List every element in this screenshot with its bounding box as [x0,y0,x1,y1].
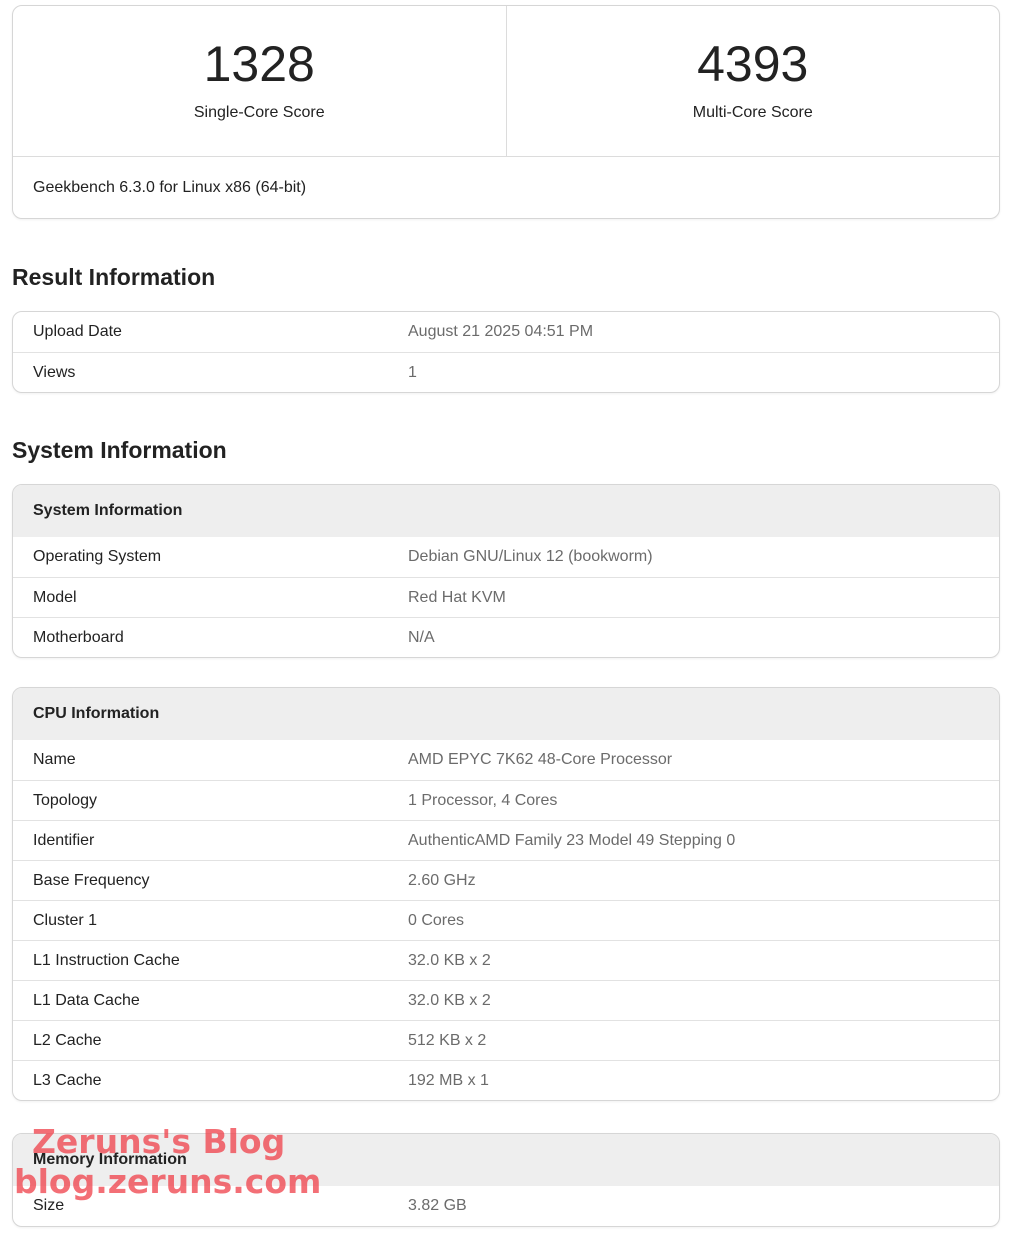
row-key: L3 Cache [33,1071,102,1089]
row-value: 3.82 GB [408,1197,467,1214]
row-value: Red Hat KVM [408,588,506,606]
row-key: Name [33,751,76,768]
score-card: 1328 Single-Core Score 4393 Multi-Core S… [12,5,1000,219]
single-core-score-label: Single-Core Score [193,104,325,121]
table-row: Model Red Hat KVM [13,577,999,617]
row-value: August 21 2025 04:51 PM [408,323,594,340]
table-row: L1 Data Cache 32.0 KB x 2 [13,980,999,1020]
row-value: 0 Cores [408,911,465,929]
table-header: System Information [13,485,999,537]
table-row: Identifier AuthenticAMD Family 23 Model … [13,820,999,860]
row-key: Base Frequency [33,871,150,889]
single-core-score: 1328 Single-Core Score [13,6,506,156]
system-information-table: System Information Operating System Debi… [12,484,1000,658]
scores-row: 1328 Single-Core Score 4393 Multi-Core S… [13,6,999,157]
table-row: Topology 1 Processor, 4 Cores [13,780,999,820]
memory-information-table: Memory Information Size 3.82 GB [12,1133,1000,1227]
row-value: 192 MB x 1 [408,1071,489,1089]
single-core-score-value: 1328 [203,36,315,92]
row-key: Size [33,1197,65,1214]
result-information-table: Upload Date August 21 2025 04:51 PM View… [12,311,1000,393]
table-row: L1 Instruction Cache 32.0 KB x 2 [13,940,999,980]
table-row: Cluster 1 0 Cores [13,900,999,940]
row-key: Views [33,363,76,381]
table-row: L2 Cache 512 KB x 2 [13,1020,999,1060]
cpu-information-table: CPU Information Name AMD EPYC 7K62 48-Co… [12,687,1000,1101]
row-key: L1 Data Cache [33,991,140,1009]
row-key: Upload Date [33,323,122,340]
table-row: Size 3.82 GB [13,1186,999,1226]
row-key: Model [33,588,77,606]
row-key: L1 Instruction Cache [33,951,180,969]
row-value: N/A [408,628,435,646]
table-row: Base Frequency 2.60 GHz [13,860,999,900]
row-key: Identifier [33,831,95,849]
multi-core-score-value: 4393 [697,36,809,92]
table-row: Name AMD EPYC 7K62 48-Core Processor [13,740,999,780]
row-value: 512 KB x 2 [408,1031,487,1049]
table-row: Views 1 [13,352,999,392]
table-header: Memory Information [13,1134,999,1186]
row-value: 32.0 KB x 2 [408,991,491,1009]
row-value: AuthenticAMD Family 23 Model 49 Stepping… [408,831,736,849]
table-row: Motherboard N/A [13,617,999,657]
multi-core-score: 4393 Multi-Core Score [505,6,1000,156]
row-value: 1 [408,363,417,381]
row-value: AMD EPYC 7K62 48-Core Processor [408,751,673,768]
table-row: Operating System Debian GNU/Linux 12 (bo… [13,537,999,577]
row-key: L2 Cache [33,1031,102,1049]
table-header: CPU Information [13,688,999,740]
row-key: Cluster 1 [33,911,98,929]
row-value: Debian GNU/Linux 12 (bookworm) [408,548,653,565]
result-information-title: Result Information [12,264,216,290]
multi-core-score-label: Multi-Core Score [692,104,813,121]
table-row: L3 Cache 192 MB x 1 [13,1060,999,1100]
row-key: Topology [33,791,98,809]
table-row: Upload Date August 21 2025 04:51 PM [13,312,999,352]
benchmark-version: Geekbench 6.3.0 for Linux x86 (64-bit) [33,179,307,196]
row-value: 1 Processor, 4 Cores [408,791,558,809]
row-value: 32.0 KB x 2 [408,951,491,969]
row-key: Motherboard [33,628,124,646]
row-value: 2.60 GHz [408,871,476,889]
row-key: Operating System [33,548,162,565]
system-information-title: System Information [12,437,227,463]
